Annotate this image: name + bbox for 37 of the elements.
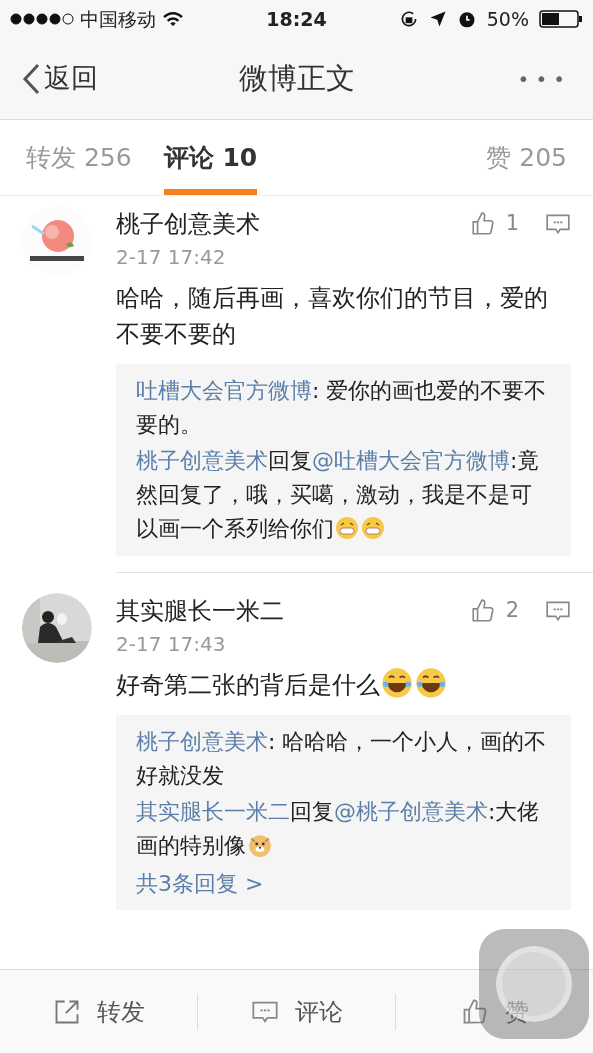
comment-time: 2-17 17:42 (116, 244, 227, 271)
comment-text: 好奇第二张的背后是什么 (116, 667, 571, 703)
grinning-emoji-icon (335, 516, 359, 540)
grinning-emoji-icon (361, 516, 385, 540)
commenter-name[interactable]: 桃子创意美术 (116, 206, 470, 242)
commenter-name[interactable]: 其实腿长一米二 (116, 593, 470, 629)
comment-time: 2-17 17:43 (116, 631, 227, 658)
tab[interactable]: 评论 10 (163, 120, 258, 195)
signal-strength-icon (10, 13, 74, 25)
wifi-icon (162, 11, 184, 27)
page-title: 微博正文 (237, 59, 356, 97)
back-chevron-icon (22, 62, 40, 95)
like-button[interactable]: 1 (469, 208, 519, 240)
assistive-touch-button[interactable] (479, 929, 589, 1039)
reply-text: 吐槽大会官方微博: 爱你的画也爱的不要不要的。 (136, 377, 548, 439)
thumbs-up-icon (469, 211, 496, 237)
more-replies-link[interactable]: 共3条回复 > (136, 867, 551, 900)
carrier-name: 中国移动 (80, 6, 156, 32)
status-time: 18:24 (265, 6, 328, 32)
toolbar-button[interactable]: 转发 (0, 993, 197, 1030)
reply-text: 其实腿长一米二回复@桃子创意美术:大佬画的特别像 (136, 798, 541, 860)
location-arrow-icon (428, 10, 447, 28)
like-button[interactable]: 2 (469, 595, 519, 627)
back-button[interactable]: 返回 (22, 58, 205, 99)
dog-face-emoji-icon (247, 832, 273, 858)
tab[interactable]: 赞 205 (486, 120, 567, 195)
battery-percentage: 50% (486, 6, 529, 32)
battery-icon (539, 10, 583, 28)
reply-text: 桃子创意美术: 哈哈哈，一个小人，画的不好就没发 (136, 728, 548, 790)
laughing-tears-emoji-icon (415, 667, 447, 699)
tab[interactable]: 转发 256 (26, 120, 132, 195)
laughing-tears-emoji-icon (381, 667, 413, 699)
reply-text: 桃子创意美术回复@吐槽大会官方微博:竟然回复了，哦，买噶，激动，我是不是可以画一个系列给你们 (136, 447, 541, 543)
more-button[interactable]: ••• (517, 63, 571, 94)
thumbs-up-icon (469, 598, 496, 624)
toolbar-button[interactable]: 评论 (197, 993, 395, 1030)
comment-text: 哈哈，随后再画，喜欢你们的节目，爱的不要不要的 (116, 283, 549, 350)
